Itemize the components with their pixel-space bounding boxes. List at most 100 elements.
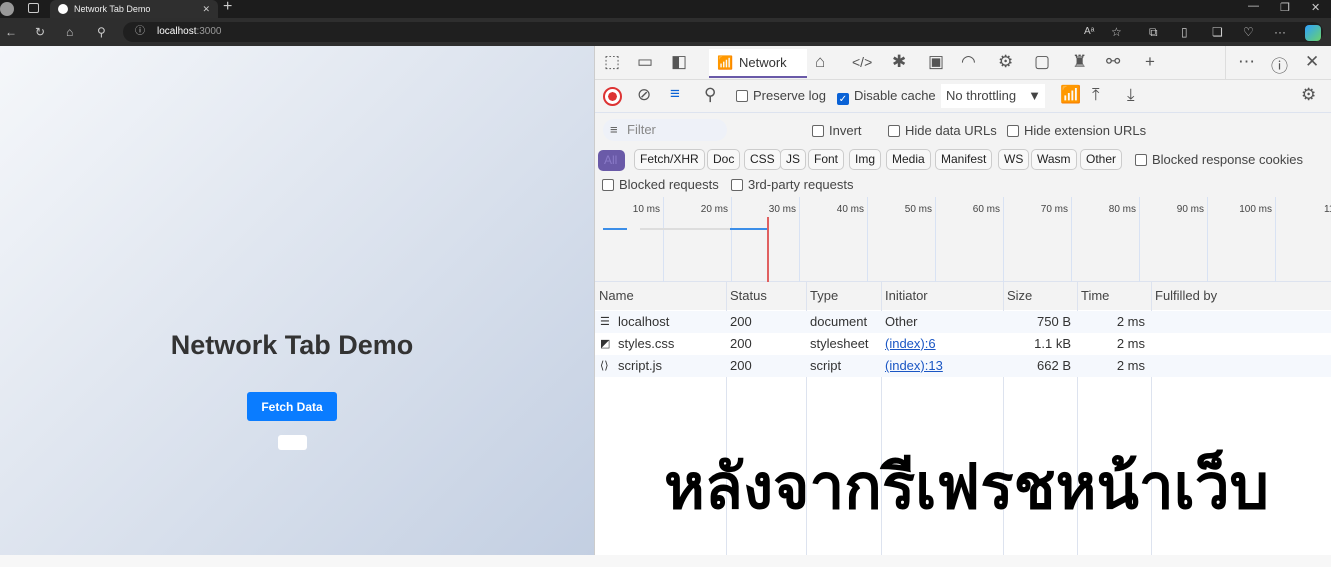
- stylesheet-icon: ◩: [600, 338, 611, 350]
- timeline-bar: [640, 228, 730, 230]
- copilot-icon[interactable]: [1305, 25, 1321, 41]
- timeline-overview[interactable]: 10 ms 20 ms 30 ms 40 ms 50 ms 60 ms 70 ms 80 ms…: [595, 197, 1331, 282]
- table-row[interactable]: ☰ localhost 200 document Other 750 B 2 ms: [595, 311, 1331, 333]
- throttling-select[interactable]: No throttling ▼: [941, 84, 1045, 108]
- filter-css[interactable]: CSS: [744, 149, 781, 170]
- url-field[interactable]: ⓘ localhost:3000: [123, 22, 1323, 42]
- cell-size: 750 B: [1037, 314, 1071, 329]
- collections-icon[interactable]: ❏: [1212, 18, 1223, 46]
- blocked-requests-checkbox[interactable]: Blocked requests: [602, 177, 719, 192]
- restore-icon[interactable]: ❐: [1280, 1, 1290, 14]
- invert-checkbox[interactable]: Invert: [812, 123, 862, 138]
- inspect-element-icon[interactable]: ⬚: [604, 52, 620, 72]
- performance-icon[interactable]: ◠: [961, 52, 976, 72]
- throttling-value: No throttling: [946, 88, 1017, 103]
- filter-toggle-icon[interactable]: ≡: [670, 84, 680, 104]
- search-network-icon[interactable]: ⚲: [704, 85, 716, 105]
- filter-all[interactable]: All: [598, 150, 625, 171]
- filter-input[interactable]: ≡ Filter: [603, 119, 727, 141]
- filter-doc[interactable]: Doc: [707, 149, 741, 170]
- column-header-type[interactable]: Type: [806, 282, 881, 310]
- table-row[interactable]: ◩ styles.css 200 stylesheet (index):6 1.1 kB 2…: [595, 333, 1331, 355]
- extensions-icon[interactable]: ⧉: [1149, 18, 1158, 46]
- refresh-icon[interactable]: ↻: [35, 18, 45, 46]
- home-icon[interactable]: ⌂: [66, 18, 73, 46]
- blocked-response-cookies-checkbox[interactable]: Blocked response cookies: [1135, 152, 1303, 167]
- hide-data-urls-checkbox[interactable]: Hide data URLs: [888, 123, 997, 138]
- column-header-fulfilled-by[interactable]: Fulfilled by: [1151, 282, 1331, 310]
- hide-extension-urls-label: Hide extension URLs: [1024, 123, 1147, 138]
- elements-icon[interactable]: </>: [852, 54, 872, 70]
- memory-icon[interactable]: ⚙: [998, 52, 1013, 72]
- cell-status: 200: [730, 336, 752, 351]
- tab-actions-icon[interactable]: [28, 3, 39, 13]
- column-header-status[interactable]: Status: [726, 282, 806, 310]
- add-tool-icon[interactable]: +: [1145, 52, 1155, 72]
- clear-icon[interactable]: ⊘: [637, 85, 651, 105]
- blocked-requests-label: Blocked requests: [619, 177, 719, 192]
- profile-avatar[interactable]: [0, 2, 14, 16]
- cell-initiator[interactable]: (index):13: [885, 355, 943, 377]
- application-icon[interactable]: ▢: [1034, 52, 1050, 72]
- export-har-icon[interactable]: ⤓: [1127, 85, 1135, 105]
- tab-network[interactable]: 📶 Network: [709, 49, 807, 78]
- lighthouse-icon[interactable]: ♜: [1072, 52, 1087, 72]
- sources-bug-icon[interactable]: ✱: [892, 52, 906, 72]
- filter-other[interactable]: Other: [1080, 149, 1123, 170]
- filter-ws[interactable]: WS: [998, 149, 1030, 170]
- blocked-response-cookies-label: Blocked response cookies: [1152, 152, 1304, 167]
- cell-status: 200: [730, 358, 752, 373]
- filter-wasm[interactable]: Wasm: [1031, 149, 1077, 170]
- column-header-name[interactable]: Name: [595, 282, 726, 310]
- third-party-requests-checkbox[interactable]: 3rd-party requests: [731, 177, 854, 192]
- cell-name: script.js: [618, 358, 663, 373]
- preserve-log-checkbox[interactable]: Preserve log: [736, 88, 826, 103]
- timeline-bar: [730, 228, 768, 230]
- import-har-icon[interactable]: ⤒: [1092, 85, 1100, 105]
- device-emulation-icon[interactable]: ▭: [637, 52, 653, 72]
- timeline-tick-label: 50 ms: [904, 204, 932, 215]
- back-icon[interactable]: ←: [5, 18, 17, 46]
- hide-extension-urls-checkbox[interactable]: Hide extension URLs: [1007, 123, 1146, 138]
- column-header-size[interactable]: Size: [1003, 282, 1077, 310]
- filter-media[interactable]: Media: [886, 149, 931, 170]
- read-aloud-icon[interactable]: Aᵃ: [1084, 18, 1094, 46]
- favorite-icon[interactable]: ☆: [1111, 18, 1122, 46]
- browser-essentials-icon[interactable]: ♡: [1243, 18, 1254, 46]
- table-row[interactable]: ⟨⟩ script.js 200 script (index):13 662 B 2 ms: [595, 355, 1331, 377]
- minimize-icon[interactable]: —: [1248, 0, 1259, 12]
- timeline-gridline: [1003, 197, 1004, 282]
- network-conditions-icon[interactable]: 📶: [1060, 85, 1081, 105]
- record-icon[interactable]: [603, 87, 622, 106]
- settings-icon[interactable]: ⚙: [1301, 85, 1316, 105]
- filter-manifest[interactable]: Manifest: [935, 149, 993, 170]
- close-tab-icon[interactable]: ✕: [202, 0, 210, 18]
- column-header-time[interactable]: Time: [1077, 282, 1151, 310]
- disable-cache-checkbox[interactable]: ✓ Disable cache: [837, 88, 936, 105]
- browser-tab[interactable]: Network Tab Demo ✕: [50, 0, 218, 18]
- filter-js[interactable]: JS: [780, 149, 807, 170]
- site-info-icon[interactable]: ⓘ: [135, 22, 145, 42]
- fetch-data-button[interactable]: Fetch Data: [247, 392, 337, 421]
- column-header-initiator[interactable]: Initiator: [881, 282, 1003, 310]
- welcome-home-icon[interactable]: ⌂: [815, 52, 825, 72]
- more-icon[interactable]: ···: [1274, 18, 1286, 46]
- console-icon[interactable]: ▣: [928, 52, 944, 72]
- close-window-icon[interactable]: ✕: [1311, 1, 1320, 14]
- divider: [1225, 46, 1226, 80]
- search-icon[interactable]: ⚲: [97, 18, 106, 46]
- timeline-tick-label: 30 ms: [768, 204, 796, 215]
- new-tab-icon[interactable]: +: [223, 0, 232, 16]
- connections-icon[interactable]: ⚯: [1106, 52, 1120, 72]
- timeline-gridline: [1207, 197, 1208, 282]
- filter-img[interactable]: Img: [849, 149, 882, 170]
- help-icon[interactable]: ⓘ: [1271, 52, 1288, 77]
- dock-side-icon[interactable]: ◧: [671, 52, 687, 72]
- more-options-icon[interactable]: ⋯: [1238, 52, 1255, 72]
- filter-font[interactable]: Font: [808, 149, 845, 170]
- cell-initiator[interactable]: (index):6: [885, 333, 936, 355]
- filter-fetch-xhr[interactable]: Fetch/XHR: [634, 149, 705, 170]
- split-screen-icon[interactable]: ▯: [1181, 18, 1188, 46]
- close-devtools-icon[interactable]: ✕: [1305, 52, 1319, 72]
- network-toolbar: ⊘ ≡ ⚲ Preserve log ✓ Disable cache No thr…: [595, 80, 1331, 113]
